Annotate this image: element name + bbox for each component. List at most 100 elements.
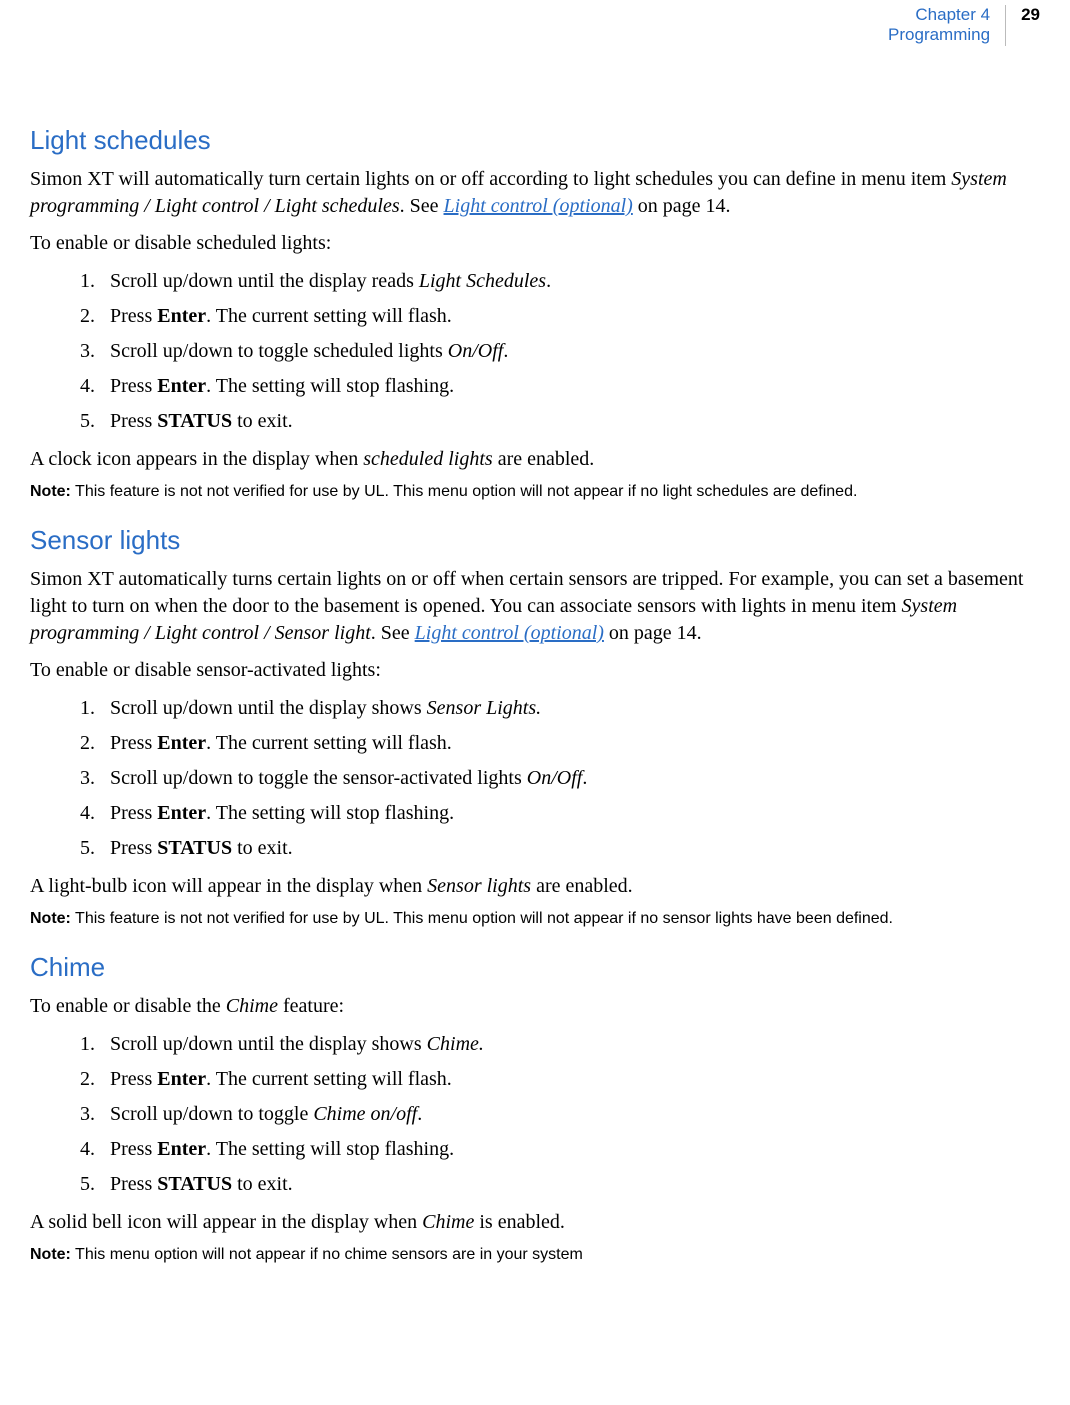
sec1-note: Note: This feature is not not verified f…	[30, 483, 1040, 501]
key-name: Enter	[157, 802, 206, 824]
step-item: Scroll up/down until the display reads L…	[100, 267, 1040, 296]
sec2-para-3: A light-bulb icon will appear in the dis…	[30, 873, 1040, 900]
text: Press	[110, 837, 157, 859]
xref-light-control[interactable]: Light control (optional)	[444, 195, 633, 217]
step-item: Press Enter. The current setting will fl…	[100, 302, 1040, 331]
text: .	[503, 340, 508, 362]
text: Simon XT automatically turns certain lig…	[30, 568, 1023, 617]
display-text: Chime.	[427, 1033, 484, 1055]
text: . The current setting will flash.	[206, 732, 452, 754]
text: Press	[110, 1068, 157, 1090]
text: .	[546, 270, 551, 292]
text: Simon XT will automatically turn certain…	[30, 168, 951, 190]
key-name: Enter	[157, 1138, 206, 1160]
sec1-steps: Scroll up/down until the display reads L…	[30, 267, 1040, 436]
sec3-steps: Scroll up/down until the display shows C…	[30, 1030, 1040, 1199]
feature-name: Chime	[422, 1211, 474, 1233]
sec2-steps: Scroll up/down until the display shows S…	[30, 694, 1040, 863]
text: are enabled.	[531, 875, 633, 897]
key-name: STATUS	[157, 1173, 232, 1195]
text: . See	[400, 195, 444, 217]
toggle-value: On/Off	[448, 340, 504, 362]
chapter-label: Chapter 4 Programming	[888, 5, 1006, 46]
text: To enable or disable the	[30, 995, 226, 1017]
text: Scroll up/down until the display reads	[110, 270, 419, 292]
step-item: Press Enter. The setting will stop flash…	[100, 1135, 1040, 1164]
key-name: Enter	[157, 375, 206, 397]
step-item: Press Enter. The current setting will fl…	[100, 729, 1040, 758]
step-item: Press STATUS to exit.	[100, 1170, 1040, 1199]
step-item: Scroll up/down to toggle Chime on/off.	[100, 1100, 1040, 1129]
note-text: This menu option will not appear if no c…	[71, 1246, 583, 1263]
sec2-note: Note: This feature is not not verified f…	[30, 910, 1040, 928]
chapter-line-1: Chapter 4	[888, 5, 990, 25]
step-item: Press STATUS to exit.	[100, 407, 1040, 436]
text: A clock icon appears in the display when	[30, 448, 363, 470]
sec2-para-1: Simon XT automatically turns certain lig…	[30, 566, 1040, 647]
sec1-para-2: To enable or disable scheduled lights:	[30, 230, 1040, 257]
page-header: Chapter 4 Programming 29	[30, 5, 1040, 65]
text: Press	[110, 305, 157, 327]
text: to exit.	[232, 1173, 293, 1195]
heading-light-schedules: Light schedules	[30, 125, 1040, 156]
text: to exit.	[232, 410, 293, 432]
text: . The setting will stop flashing.	[206, 375, 454, 397]
heading-sensor-lights: Sensor lights	[30, 525, 1040, 556]
text: Press	[110, 1173, 157, 1195]
text: is enabled.	[474, 1211, 565, 1233]
text: Scroll up/down until the display shows	[110, 697, 427, 719]
note-text: This feature is not not verified for use…	[71, 910, 893, 927]
xref-light-control[interactable]: Light control (optional)	[415, 622, 604, 644]
key-name: STATUS	[157, 410, 232, 432]
note-label: Note:	[30, 483, 71, 500]
key-name: STATUS	[157, 837, 232, 859]
text: to exit.	[232, 837, 293, 859]
step-item: Scroll up/down to toggle the sensor-acti…	[100, 764, 1040, 793]
text: Scroll up/down to toggle scheduled light…	[110, 340, 448, 362]
text: . The current setting will flash.	[206, 1068, 452, 1090]
text: Press	[110, 802, 157, 824]
text: on page 14.	[633, 195, 731, 217]
page-number: 29	[1006, 5, 1040, 25]
feature-name: Sensor lights	[427, 875, 531, 897]
note-text: This feature is not not verified for use…	[71, 483, 858, 500]
sec3-note: Note: This menu option will not appear i…	[30, 1246, 1040, 1264]
note-label: Note:	[30, 910, 71, 927]
step-item: Scroll up/down to toggle scheduled light…	[100, 337, 1040, 366]
text: Scroll up/down until the display shows	[110, 1033, 427, 1055]
text: are enabled.	[493, 448, 595, 470]
text: . See	[371, 622, 415, 644]
key-name: Enter	[157, 732, 206, 754]
chapter-line-2: Programming	[888, 25, 990, 45]
key-name: Enter	[157, 1068, 206, 1090]
display-text: Light Schedules	[419, 270, 546, 292]
toggle-value: On/Off	[527, 767, 583, 789]
step-item: Press Enter. The setting will stop flash…	[100, 372, 1040, 401]
sec3-para-1: To enable or disable the Chime feature:	[30, 993, 1040, 1020]
text: Press	[110, 410, 157, 432]
step-item: Scroll up/down until the display shows S…	[100, 694, 1040, 723]
text: .	[417, 1103, 422, 1125]
text: A light-bulb icon will appear in the dis…	[30, 875, 427, 897]
step-item: Scroll up/down until the display shows C…	[100, 1030, 1040, 1059]
key-name: Enter	[157, 305, 206, 327]
text: on page 14.	[604, 622, 702, 644]
text: A solid bell icon will appear in the dis…	[30, 1211, 422, 1233]
page-content: Light schedules Simon XT will automatica…	[30, 125, 1040, 1264]
step-item: Press Enter. The setting will stop flash…	[100, 799, 1040, 828]
note-label: Note:	[30, 1246, 71, 1263]
feature-name: scheduled lights	[363, 448, 492, 470]
text: .	[582, 767, 587, 789]
sec1-para-1: Simon XT will automatically turn certain…	[30, 166, 1040, 220]
text: Press	[110, 375, 157, 397]
toggle-value: Chime on/off	[313, 1103, 417, 1125]
display-text: Sensor Lights.	[427, 697, 541, 719]
text: . The current setting will flash.	[206, 305, 452, 327]
sec1-para-3: A clock icon appears in the display when…	[30, 446, 1040, 473]
text: Press	[110, 1138, 157, 1160]
step-item: Press STATUS to exit.	[100, 834, 1040, 863]
sec3-para-3: A solid bell icon will appear in the dis…	[30, 1209, 1040, 1236]
page-container: Chapter 4 Programming 29 Light schedules…	[0, 0, 1070, 1405]
heading-chime: Chime	[30, 952, 1040, 983]
text: Scroll up/down to toggle	[110, 1103, 313, 1125]
